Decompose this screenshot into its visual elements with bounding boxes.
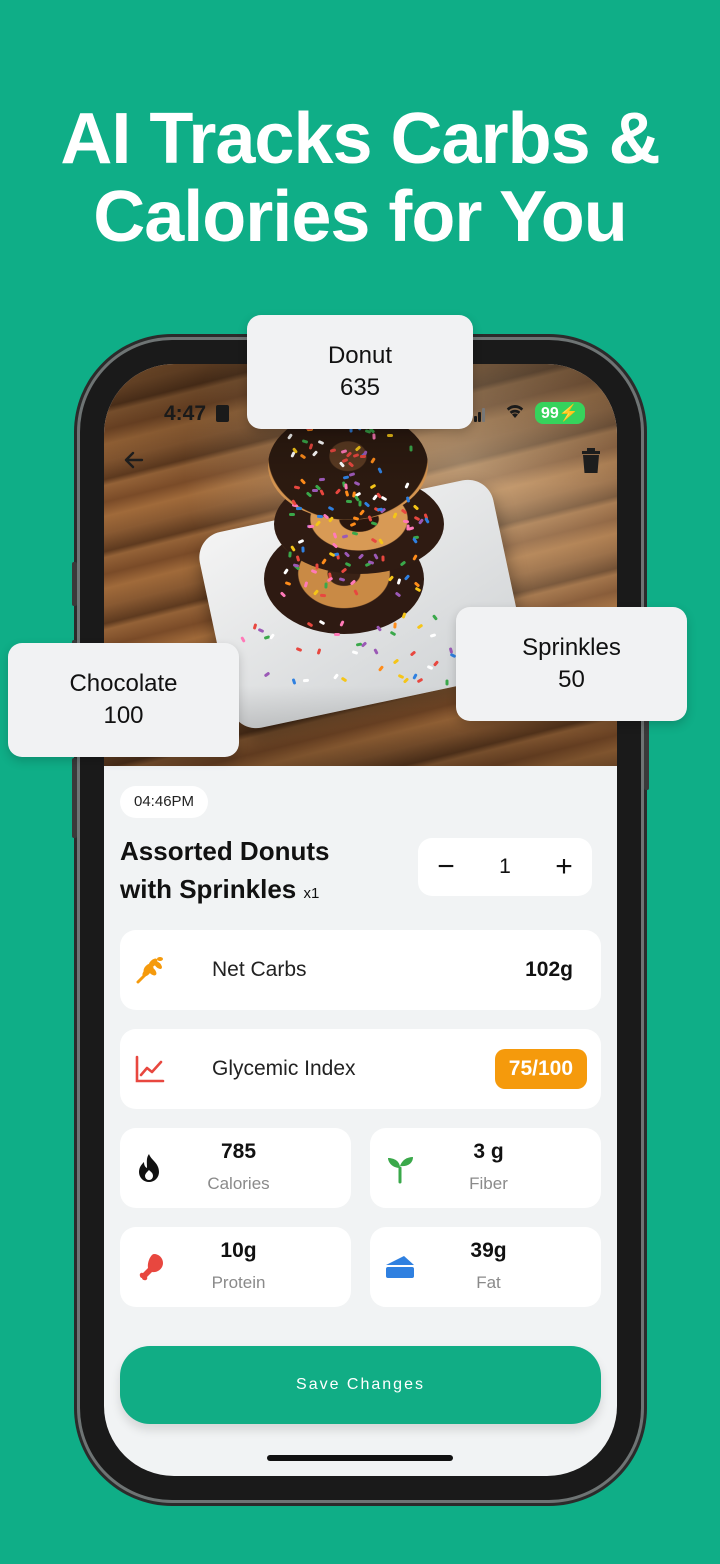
meal-title: Assorted Donuts with Sprinkles x1 <box>120 832 390 913</box>
callout-donut-value: 635 <box>339 374 381 401</box>
trend-chart-icon <box>134 1053 166 1085</box>
meal-time-chip: 04:46PM <box>120 786 209 818</box>
headline-line-1: AI Tracks Carbs & <box>60 99 660 179</box>
protein-card[interactable]: 10g Protein <box>120 1227 351 1307</box>
headline: AI Tracks Carbs & Calories for You <box>0 100 720 256</box>
contact-card-icon <box>216 405 229 422</box>
headline-line-2: Calories for You <box>93 177 627 257</box>
wheat-icon <box>134 954 166 986</box>
decrement-button[interactable]: − <box>418 838 474 896</box>
calories-card[interactable]: 785 Calories <box>120 1128 351 1208</box>
wifi-icon <box>504 400 526 426</box>
meal-title-line-2: with Sprinkles <box>120 874 297 904</box>
save-changes-button[interactable]: Save Changes <box>120 1346 601 1424</box>
protein-value: 10g <box>220 1239 257 1262</box>
trash-icon[interactable] <box>580 448 602 478</box>
arrow-left-icon[interactable] <box>122 448 146 476</box>
callout-donut-name: Donut <box>327 342 393 369</box>
fat-label: Fat <box>476 1273 501 1292</box>
battery-indicator: 99⚡ <box>535 402 585 424</box>
callout-sprinkles-name: Sprinkles <box>522 634 621 661</box>
phone-side-button <box>72 758 77 838</box>
glycemic-index-card[interactable]: Glycemic Index 75/100 <box>120 1029 601 1109</box>
glycemic-index-label: Glycemic Index <box>212 1057 356 1080</box>
phone-side-button <box>72 562 77 606</box>
callout-chocolate: Chocolate 100 <box>8 643 239 757</box>
status-time: 4:47 <box>164 402 207 425</box>
callout-sprinkles-value: 50 <box>558 666 585 693</box>
quantity-stepper: − 1 + <box>418 838 592 896</box>
increment-button[interactable]: + <box>536 838 592 896</box>
fiber-value: 3 g <box>473 1140 504 1163</box>
glycemic-index-badge: 75/100 <box>494 1049 587 1089</box>
fiber-label: Fiber <box>469 1174 508 1193</box>
callout-chocolate-value: 100 <box>103 702 144 729</box>
signal-icon <box>474 406 486 422</box>
quantity-value: 1 <box>499 855 511 878</box>
net-carbs-card[interactable]: Net Carbs 102g <box>120 930 601 1010</box>
fat-card[interactable]: 39g Fat <box>370 1227 601 1307</box>
protein-label: Protein <box>211 1273 266 1292</box>
phone-screen: 4:47 99⚡ 04:46PM Assorted Donuts with Sp… <box>104 364 617 1476</box>
callout-chocolate-name: Chocolate <box>69 670 178 697</box>
calories-label: Calories <box>207 1174 270 1193</box>
fiber-card[interactable]: 3 g Fiber <box>370 1128 601 1208</box>
meal-multiplier: x1 <box>303 885 320 902</box>
meal-title-line-1: Assorted Donuts <box>120 836 330 866</box>
net-carbs-value: 102g <box>525 958 573 981</box>
battery-level: 99 <box>541 405 559 422</box>
calories-value: 785 <box>220 1140 257 1163</box>
fat-value: 39g <box>470 1239 507 1262</box>
home-indicator[interactable] <box>267 1455 453 1461</box>
callout-donut: Donut 635 <box>247 315 473 429</box>
callout-sprinkles: Sprinkles 50 <box>456 607 687 721</box>
phone-frame: 4:47 99⚡ 04:46PM Assorted Donuts with Sp… <box>72 340 649 1500</box>
net-carbs-label: Net Carbs <box>212 958 307 981</box>
